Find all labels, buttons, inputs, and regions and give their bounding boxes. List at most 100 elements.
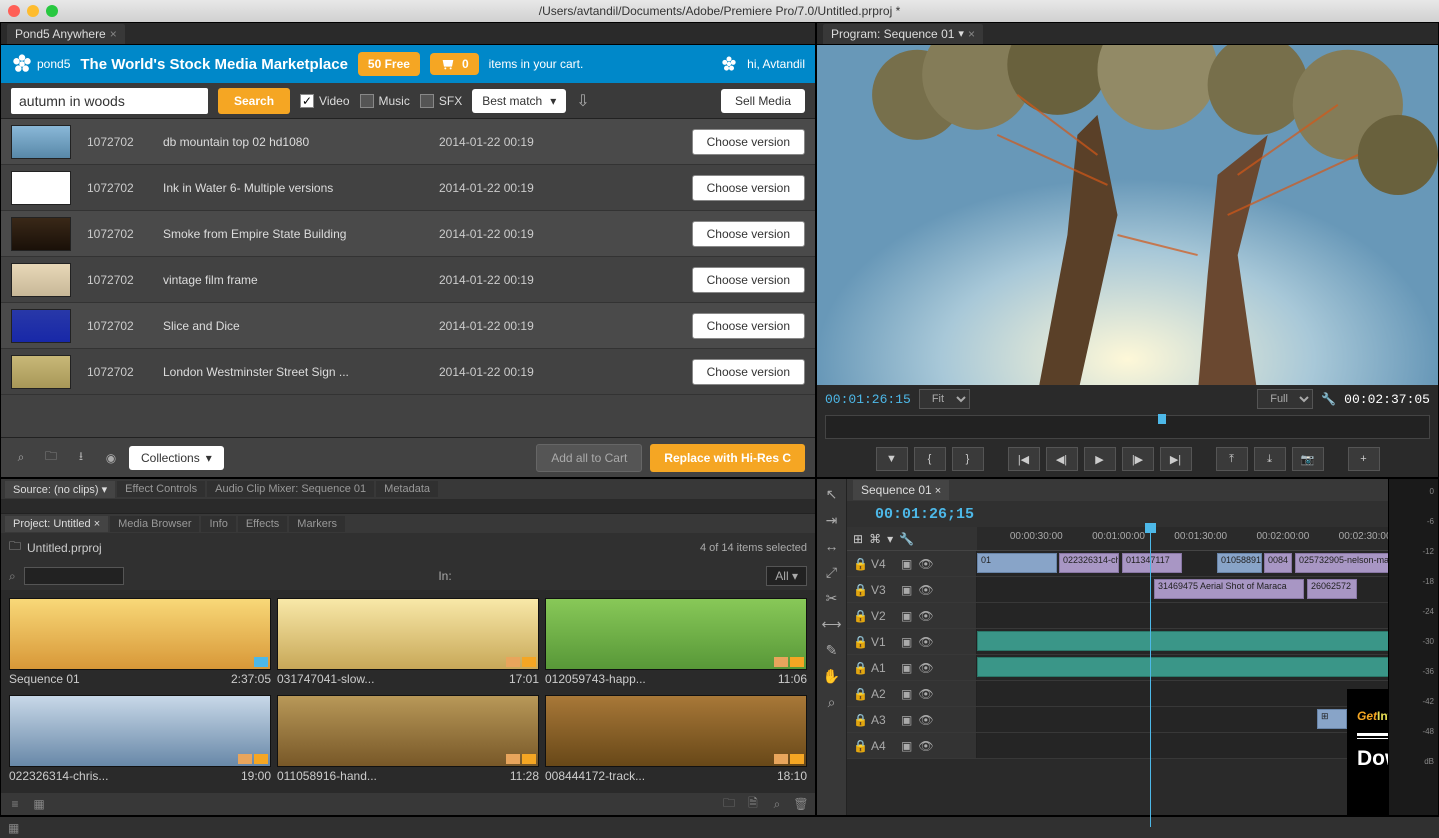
filter-video[interactable]: ✓Video [300, 94, 349, 108]
project-tab[interactable]: Media Browser [110, 516, 199, 532]
extract-button[interactable]: ⤓ [1254, 447, 1286, 471]
bin-clip[interactable]: 022326314-chris...19:00 [9, 695, 271, 786]
choose-version-button[interactable]: Choose version [692, 267, 805, 293]
track-a3[interactable]: 🔒A3▣👁⊞ [847, 707, 1388, 733]
collections-button[interactable]: Collections▾ [129, 446, 224, 470]
selection-tool-icon[interactable]: ↖ [821, 483, 843, 505]
zoom-fit-dropdown[interactable]: Fit [919, 389, 970, 409]
download-icon[interactable]: ⭳ [71, 448, 91, 468]
go-out-button[interactable]: ▶| [1160, 447, 1192, 471]
folder-icon[interactable]: 🗀 [41, 448, 61, 468]
eye-icon[interactable]: 👁 [918, 557, 933, 571]
traffic-lights[interactable] [8, 5, 58, 17]
source-tab[interactable]: Effect Controls [117, 481, 205, 497]
toggle-icon[interactable]: ▣ [901, 661, 912, 675]
slip-tool-icon[interactable]: ⟷ [821, 613, 843, 635]
pond5-logo[interactable]: pond5 [11, 53, 70, 75]
source-tab[interactable]: Source: (no clips) ▾ [5, 481, 115, 498]
toggle-icon[interactable]: ▣ [901, 635, 912, 649]
track-a2[interactable]: 🔒A2▣👁 [847, 681, 1388, 707]
sequence-tab[interactable]: Sequence 01 × [853, 480, 949, 500]
rate-tool-icon[interactable]: ⤢ [821, 561, 843, 583]
lock-icon[interactable]: 🔒 [853, 661, 865, 675]
choose-version-button[interactable]: Choose version [692, 313, 805, 339]
track-v3[interactable]: 🔒V3▣👁31469475 Aerial Shot of Maraca26062… [847, 577, 1388, 603]
toggle-icon[interactable]: ▣ [901, 713, 912, 727]
cart-button[interactable]: 0 [430, 53, 479, 75]
eye-icon[interactable]: 👁 [918, 739, 933, 753]
lock-icon[interactable]: 🔒 [853, 687, 865, 701]
timeline-clip[interactable]: 0084 [1264, 553, 1292, 573]
toggle-icon[interactable]: ▣ [901, 557, 912, 571]
result-row[interactable]: 1072702Ink in Water 6- Multiple versions… [1, 165, 815, 211]
timeline-clip[interactable]: 025732905-nelson-mande [1295, 553, 1388, 573]
lock-icon[interactable]: 🔒 [853, 557, 865, 571]
pond5-tab[interactable]: Pond5 Anywhere× [7, 24, 125, 44]
download-icon[interactable]: ⇩ [576, 91, 589, 111]
replace-hires-button[interactable]: Replace with Hi-Res C [650, 444, 805, 472]
wrench-icon[interactable]: 🔧 [1321, 392, 1336, 406]
new-bin-icon[interactable]: 🗀 [721, 794, 737, 815]
eye-icon[interactable]: 👁 [918, 635, 933, 649]
lock-icon[interactable]: 🔒 [853, 713, 865, 727]
lock-icon[interactable]: 🔒 [853, 739, 865, 753]
timeline-clip[interactable]: 26062572 [1307, 579, 1357, 599]
eye-icon[interactable]: 👁 [918, 609, 933, 623]
project-bin[interactable]: Sequence 012:37:05031747041-slow...17:01… [1, 590, 815, 793]
result-row[interactable]: 1072702Slice and Dice2014-01-22 00:19Cho… [1, 303, 815, 349]
project-search-input[interactable] [24, 567, 124, 585]
go-in-button[interactable]: |◀ [1008, 447, 1040, 471]
project-tab[interactable]: Info [201, 516, 235, 532]
track-a4[interactable]: 🔒A4▣👁⊞⊞ [847, 733, 1388, 759]
user-greeting[interactable]: hi, Avtandil [719, 54, 805, 74]
view-icon[interactable]: ⌕ [11, 448, 31, 468]
toggle-icon[interactable]: ▣ [901, 583, 912, 597]
project-tab[interactable]: Markers [289, 516, 345, 532]
track-v1[interactable]: 🔒V1▣👁 [847, 629, 1388, 655]
free-button[interactable]: 50 Free [358, 52, 420, 76]
choose-version-button[interactable]: Choose version [692, 129, 805, 155]
list-view-icon[interactable]: ≡ [7, 797, 23, 811]
link-icon[interactable]: ⌘ [869, 532, 881, 546]
timeline-clip[interactable]: 31469475 Aerial Shot of Maraca [1154, 579, 1304, 599]
timeline-clip[interactable]: 011347117 [1122, 553, 1182, 573]
close-icon[interactable]: × [110, 27, 117, 41]
result-row[interactable]: 1072702London Westminster Street Sign ..… [1, 349, 815, 395]
filter-sfx[interactable]: SFX [420, 94, 462, 108]
toggle-icon[interactable]: ▣ [901, 687, 912, 701]
track-a1[interactable]: 🔒A1▣👁 [847, 655, 1388, 681]
eye-icon[interactable]: ◉ [101, 448, 121, 468]
bin-clip[interactable]: 012059743-happ...11:06 [545, 598, 807, 689]
step-fwd-button[interactable]: |▶ [1122, 447, 1154, 471]
hand-tool-icon[interactable]: ✋ [821, 665, 843, 687]
new-item-icon[interactable]: 🗎 [745, 794, 761, 815]
search-icon[interactable]: ⌕ [9, 569, 16, 584]
bin-clip[interactable]: Sequence 012:37:05 [9, 598, 271, 689]
choose-version-button[interactable]: Choose version [692, 221, 805, 247]
bin-clip[interactable]: 011058916-hand...11:28 [277, 695, 539, 786]
result-row[interactable]: 1072702vintage film frame2014-01-22 00:1… [1, 257, 815, 303]
trash-icon[interactable]: 🗑 [793, 797, 809, 811]
marker-button[interactable]: ▼ [876, 447, 908, 471]
project-tab[interactable]: Effects [238, 516, 287, 532]
razor-tool-icon[interactable]: ✂ [821, 587, 843, 609]
timeline-clip[interactable] [977, 657, 1388, 677]
timeline-clip[interactable]: 022326314-chri [1059, 553, 1119, 573]
close-icon[interactable]: × [968, 27, 975, 41]
resolution-dropdown[interactable]: Full [1257, 389, 1313, 409]
filter-music[interactable]: Music [360, 94, 410, 108]
bin-clip[interactable]: 008444172-track...18:10 [545, 695, 807, 786]
lift-button[interactable]: ⤒ [1216, 447, 1248, 471]
timeline-ruler[interactable]: ⊞ ⌘ ▾ 🔧 00:00:30:0000:01:00:0000:01:30:0… [847, 527, 1388, 551]
track-select-tool-icon[interactable]: ⇥ [821, 509, 843, 531]
timeline-clip[interactable]: 01 [977, 553, 1057, 573]
add-all-cart-button[interactable]: Add all to Cart [536, 444, 642, 472]
find-icon[interactable]: ⌕ [769, 797, 785, 812]
zoom-tool-icon[interactable]: ⌕ [821, 691, 843, 713]
out-point-button[interactable]: } [952, 447, 984, 471]
search-input[interactable] [11, 88, 208, 114]
choose-version-button[interactable]: Choose version [692, 175, 805, 201]
sell-media-button[interactable]: Sell Media [721, 89, 805, 113]
track-v2[interactable]: 🔒V2▣👁 [847, 603, 1388, 629]
step-back-button[interactable]: ◀| [1046, 447, 1078, 471]
